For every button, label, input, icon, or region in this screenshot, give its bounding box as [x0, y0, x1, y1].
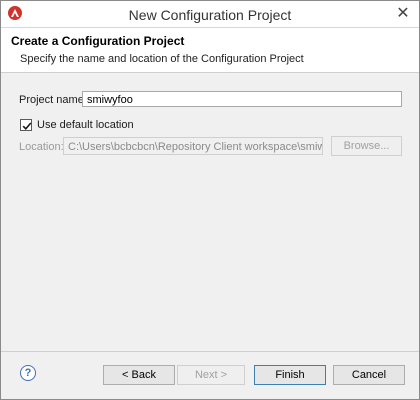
dialog-window: New Configuration Project ✕ Create a Con… — [0, 0, 420, 400]
location-input[interactable]: C:\Users\bcbcbcn\Repository Client works… — [63, 137, 323, 155]
location-label: Location: — [19, 141, 64, 153]
title-bar: New Configuration Project ✕ — [1, 1, 419, 28]
help-icon[interactable]: ? — [20, 365, 36, 381]
header-title: Create a Configuration Project — [11, 34, 185, 48]
next-button[interactable]: Next > — [177, 365, 245, 385]
close-icon[interactable]: ✕ — [395, 6, 411, 22]
cancel-button[interactable]: Cancel — [333, 365, 405, 385]
project-name-input[interactable]: smiwyfoo — [82, 91, 402, 107]
use-default-location-label: Use default location — [37, 119, 134, 131]
wizard-header: Create a Configuration Project Specify t… — [1, 28, 419, 73]
project-name-label: Project name: — [19, 94, 87, 106]
header-description: Specify the name and location of the Con… — [20, 53, 304, 65]
finish-button[interactable]: Finish — [254, 365, 326, 385]
browse-button[interactable]: Browse... — [331, 136, 402, 156]
checkmark-icon — [22, 122, 32, 130]
use-default-location-checkbox[interactable] — [20, 119, 32, 131]
footer-separator — [1, 351, 419, 352]
back-button[interactable]: < Back — [103, 365, 175, 385]
window-title: New Configuration Project — [128, 7, 292, 23]
